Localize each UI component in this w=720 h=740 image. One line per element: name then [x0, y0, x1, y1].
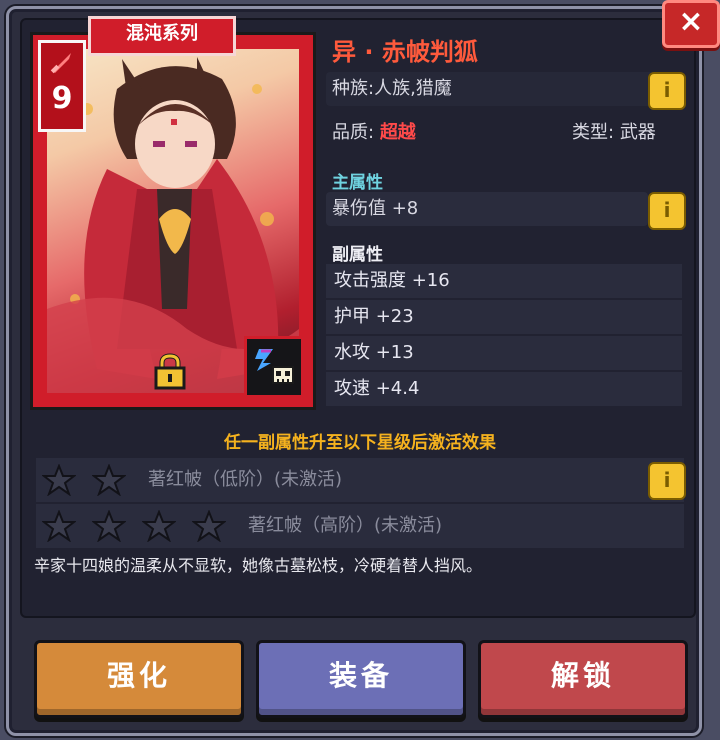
water-skull-icon [255, 349, 294, 384]
card-level-badge: 9 [38, 40, 86, 132]
item-name: 异 · 赤帔判狐 [332, 38, 478, 66]
race-row: 种族:人族,猎魔 [326, 72, 678, 106]
star-empty-icon [42, 464, 76, 496]
sub-attr-row: 攻击强度 +16 [326, 264, 682, 298]
race-info-icon[interactable]: i [648, 72, 686, 110]
card-series-label: 混沌系列 [88, 16, 236, 56]
star-empty-icon [92, 464, 126, 496]
sub-attr-row: 护甲 +23 [326, 300, 682, 334]
main-attr-row: 暴伤值 +8 [326, 192, 648, 226]
type-label: 类型: [572, 122, 615, 143]
sub-attr-row: 水攻 +13 [326, 336, 682, 370]
sub-attr-row: 攻速 +4.4 [326, 372, 682, 406]
activation-title: 任一副属性升至以下星级后激活效果 [224, 433, 496, 453]
main-attr-text: 暴伤值 +8 [332, 198, 419, 219]
set-effect-label: 著红帔（低阶）(未激活) [148, 469, 343, 490]
type-row: 类型: 武器 [572, 118, 656, 144]
race-text: 种族:人族,猎魔 [332, 78, 452, 99]
equip-button[interactable]: 装备 [256, 640, 466, 718]
sword-icon [50, 53, 71, 74]
sub-attr-title: 副属性 [332, 245, 383, 265]
set-effect-row: 著红帔（低阶）(未激活) [36, 458, 684, 502]
close-button[interactable]: × [662, 0, 720, 48]
quality-label: 品质: [332, 122, 375, 143]
element-badge [244, 336, 304, 398]
quality-row: 品质: 超越 [332, 118, 416, 144]
star-empty-icon [92, 510, 126, 542]
main-attr-title: 主属性 [332, 173, 383, 193]
unlock-button[interactable]: 解锁 [478, 640, 688, 718]
padlock-icon[interactable] [150, 352, 190, 392]
set-effect-row: 著红帔（高阶）(未激活) [36, 504, 684, 548]
card-level-number: 9 [51, 81, 73, 116]
set-effect-label: 著红帔（高阶）(未激活) [248, 515, 443, 536]
quality-value: 超越 [379, 122, 416, 143]
star-empty-icon [192, 510, 226, 542]
star-empty-icon [42, 510, 76, 542]
type-value: 武器 [619, 122, 656, 143]
set-effect-info-icon[interactable]: i [648, 462, 686, 500]
star-empty-icon [142, 510, 176, 542]
item-description: 辛家十四娘的温柔从不显软，她像古墓松枝，冷硬着替人挡风。 [34, 556, 483, 575]
strengthen-button[interactable]: 强化 [34, 640, 244, 718]
main-attr-info-icon[interactable]: i [648, 192, 686, 230]
